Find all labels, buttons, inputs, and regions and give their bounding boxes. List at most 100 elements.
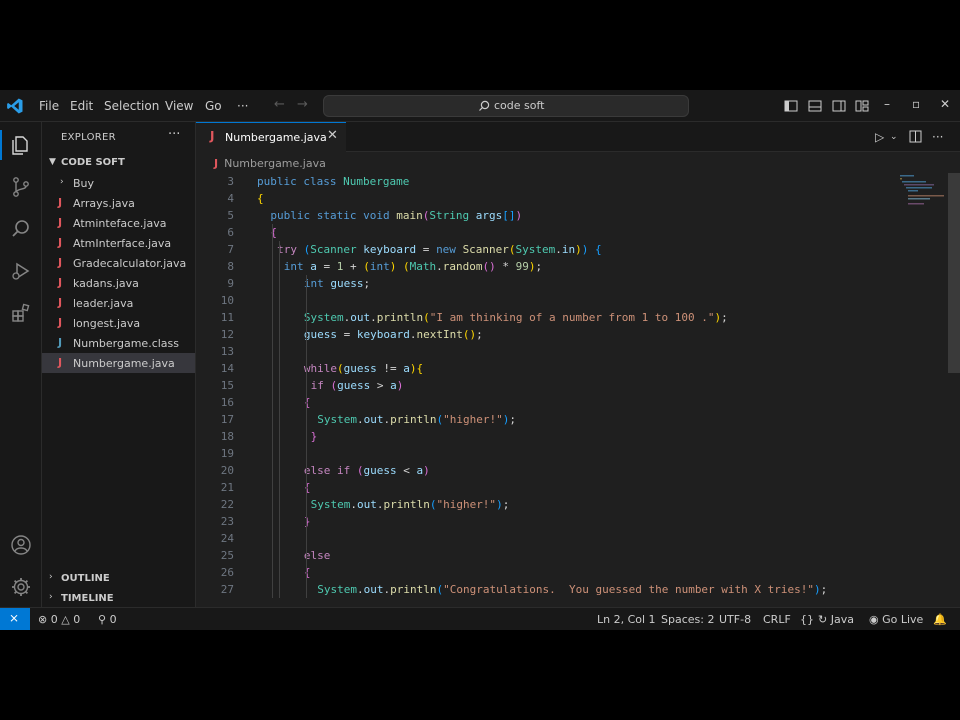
back-arrow-icon[interactable]: ← [274, 97, 285, 112]
ports-indicator[interactable]: ⚲ 0 [98, 613, 117, 626]
code-line[interactable]: 6{ [196, 224, 896, 241]
line-number[interactable]: 17 [196, 411, 234, 428]
line-number[interactable]: 10 [196, 292, 234, 309]
forward-arrow-icon[interactable]: → [297, 97, 308, 112]
indentation-spaces[interactable]: Spaces: 2 [661, 613, 714, 626]
code-line[interactable]: 11 System.out.println("I am thinking of a… [196, 309, 896, 326]
code-line[interactable]: 3 public class Numbergame [196, 173, 896, 190]
line-number[interactable]: 3 [196, 173, 234, 190]
close-window-button[interactable]: ✕ [940, 97, 950, 111]
code-line[interactable]: 19 [196, 445, 896, 462]
code-line[interactable]: 20 else if (guess < a) [196, 462, 896, 479]
notifications-bell-icon[interactable]: 🔔 [933, 613, 947, 626]
line-number[interactable]: 5 [196, 207, 234, 224]
menu-view[interactable]: View [165, 99, 193, 113]
cursor-position[interactable]: Ln 2, Col 1 [597, 613, 656, 626]
file-item-arrays-java[interactable]: J Arrays.java [42, 193, 195, 213]
run-and-debug-icon[interactable] [10, 260, 32, 282]
outline-section[interactable]: › OUTLINE [42, 569, 195, 589]
code-line[interactable]: 27 System.out.println("Congratulations. Y… [196, 581, 896, 598]
minimap[interactable] [896, 173, 944, 233]
code-line[interactable]: 10 [196, 292, 896, 309]
line-number[interactable]: 11 [196, 309, 234, 326]
split-editor-icon[interactable] [909, 130, 922, 143]
breadcrumb[interactable]: J Numbergame.java [214, 157, 326, 170]
problems-indicator[interactable]: ⊗ 0 △ 0 [38, 613, 80, 626]
line-number[interactable]: 21 [196, 479, 234, 496]
breadcrumb-file[interactable]: Numbergame.java [224, 157, 326, 170]
code-line[interactable]: 21 { [196, 479, 896, 496]
line-number[interactable]: 26 [196, 564, 234, 581]
line-number[interactable]: 23 [196, 513, 234, 530]
code-line[interactable]: 9 int guess; [196, 275, 896, 292]
go-live-button[interactable]: ◉ Go Live [869, 613, 923, 626]
code-line[interactable]: 7 try (Scanner keyboard = new Scanner(Sys… [196, 241, 896, 258]
extensions-icon[interactable] [10, 302, 32, 324]
remote-indicator[interactable]: ⨯ [0, 608, 30, 630]
restore-button[interactable]: ▫ [912, 97, 920, 111]
explorer-files-icon[interactable] [10, 134, 32, 156]
explorer-more-actions[interactable]: ··· [168, 127, 180, 142]
code-line[interactable]: 15 if (guess > a) [196, 377, 896, 394]
line-number[interactable]: 4 [196, 190, 234, 207]
file-item-longest-java[interactable]: J longest.java [42, 313, 195, 333]
code-line[interactable]: 4{ [196, 190, 896, 207]
minimize-button[interactable]: – [884, 97, 890, 111]
line-number[interactable]: 7 [196, 241, 234, 258]
toggle-secondary-sidebar-icon[interactable] [832, 99, 846, 113]
accounts-icon[interactable] [10, 534, 32, 556]
customize-layout-icon[interactable] [855, 99, 869, 113]
folder-item-buy[interactable]: › Buy [42, 173, 195, 193]
line-number[interactable]: 25 [196, 547, 234, 564]
line-number[interactable]: 12 [196, 326, 234, 343]
braces-language-icon[interactable]: {} [800, 613, 814, 626]
language-mode[interactable]: ↻ Java [818, 613, 854, 626]
menu-edit[interactable]: Edit [70, 99, 93, 113]
code-line[interactable]: 17 System.out.println("higher!"); [196, 411, 896, 428]
file-item-numbergame-java[interactable]: J Numbergame.java [42, 353, 195, 373]
line-number[interactable]: 6 [196, 224, 234, 241]
code-line[interactable]: 18} [196, 428, 896, 445]
line-number[interactable]: 19 [196, 445, 234, 462]
settings-gear-icon[interactable] [10, 576, 32, 598]
line-number[interactable]: 16 [196, 394, 234, 411]
command-center-search[interactable]: code soft [323, 95, 689, 117]
run-java-icon[interactable]: ▷ [875, 130, 884, 144]
code-line[interactable]: 26 { [196, 564, 896, 581]
tab-close-icon[interactable]: ✕ [327, 128, 338, 143]
code-line[interactable]: 12 guess = keyboard.nextInt(); [196, 326, 896, 343]
editor-more-actions-icon[interactable]: ··· [932, 130, 943, 144]
code-line[interactable]: 13 [196, 343, 896, 360]
file-item-leader-java[interactable]: J leader.java [42, 293, 195, 313]
code-line[interactable]: 24 [196, 530, 896, 547]
file-encoding[interactable]: UTF-8 [719, 613, 751, 626]
line-number[interactable]: 18 [196, 428, 234, 445]
line-number[interactable]: 8 [196, 258, 234, 275]
vertical-scrollbar[interactable] [948, 173, 960, 373]
line-number[interactable]: 24 [196, 530, 234, 547]
menu-go[interactable]: Go [205, 99, 222, 113]
file-item-atminteface-java[interactable]: J Atminteface.java [42, 213, 195, 233]
line-number[interactable]: 22 [196, 496, 234, 513]
menu-more[interactable]: ··· [237, 99, 248, 113]
tab-numbergame-java[interactable]: J Numbergame.java ✕ [196, 122, 346, 152]
code-line[interactable]: 25 else [196, 547, 896, 564]
line-number[interactable]: 13 [196, 343, 234, 360]
file-item-atminterface-java[interactable]: J AtmInterface.java [42, 233, 195, 253]
source-control-icon[interactable] [10, 176, 32, 198]
file-item-numbergame-class[interactable]: J Numbergame.class [42, 333, 195, 353]
code-editor[interactable]: 3 public class Numbergame 4{5 public static… [196, 173, 896, 607]
line-number[interactable]: 15 [196, 377, 234, 394]
code-line[interactable]: 5 public static void main(String args[]) [196, 207, 896, 224]
menu-selection[interactable]: Selection [104, 99, 159, 113]
code-line[interactable]: 23} [196, 513, 896, 530]
code-line[interactable]: 16 { [196, 394, 896, 411]
end-of-line[interactable]: CRLF [763, 613, 791, 626]
toggle-panel-icon[interactable] [808, 99, 822, 113]
code-line[interactable]: 14 while(guess != a){ [196, 360, 896, 377]
search-view-icon[interactable] [10, 218, 32, 240]
line-number[interactable]: 27 [196, 581, 234, 598]
code-line[interactable]: 8 int a = 1 + (int) (Math.random() * 99); [196, 258, 896, 275]
toggle-primary-sidebar-icon[interactable] [784, 99, 798, 113]
root-folder-code-soft[interactable]: ▼ CODE SOFT [42, 153, 195, 173]
